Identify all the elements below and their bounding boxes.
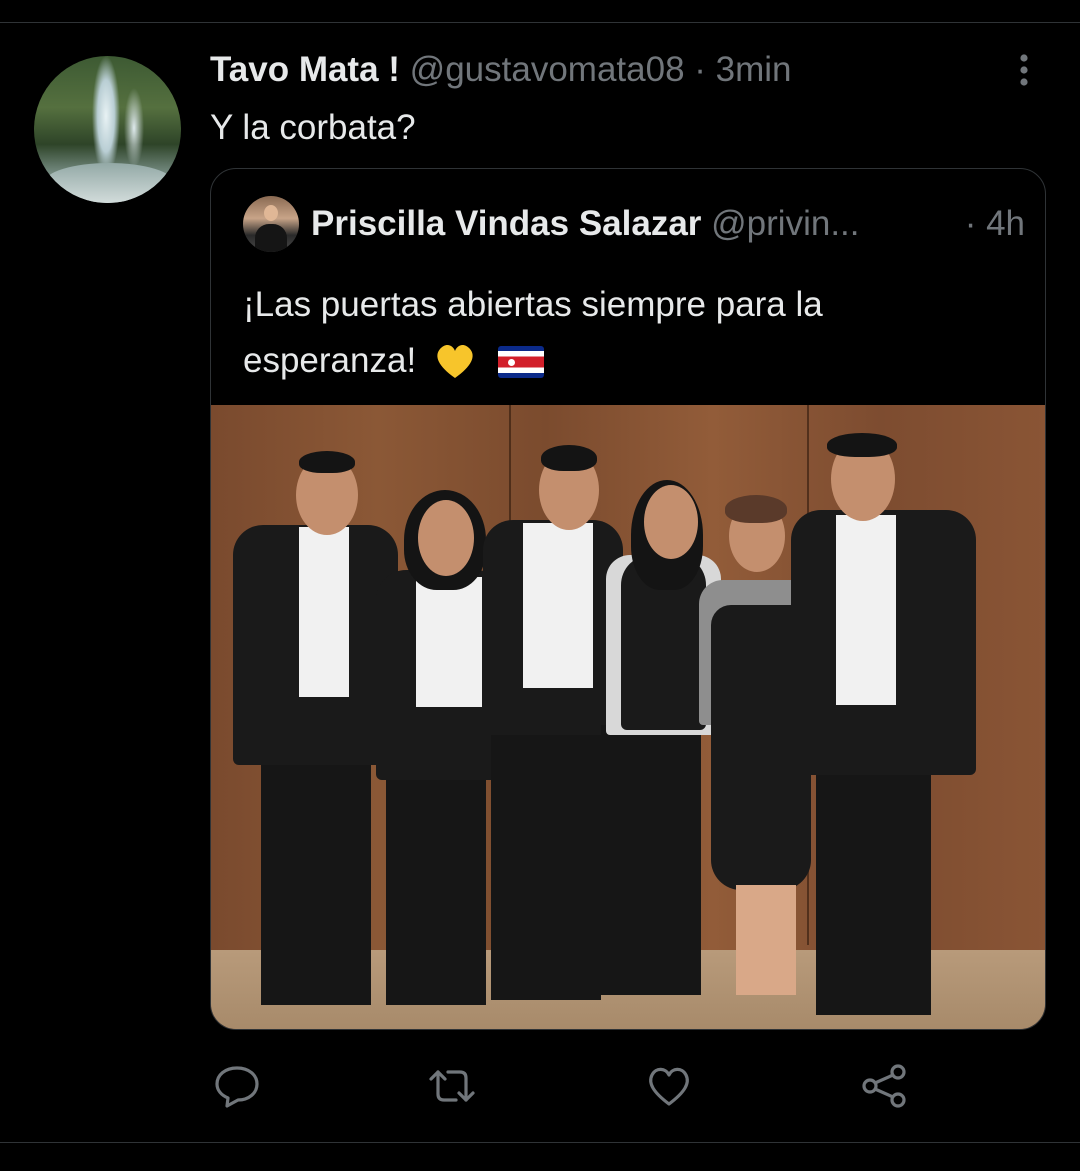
- tweet-text: Y la corbata?: [210, 108, 416, 147]
- quoted-author-handle[interactable]: @privin...: [711, 204, 859, 243]
- author-name[interactable]: Tavo Mata !: [210, 50, 400, 89]
- quoted-author-name[interactable]: Priscilla Vindas Salazar: [311, 204, 701, 243]
- flag-emblem: [507, 359, 515, 366]
- quoted-timestamp[interactable]: · 4h: [965, 203, 1025, 245]
- tweet-header: Tavo Mata ! @gustavomata08 · 3min: [210, 49, 792, 91]
- author-avatar[interactable]: [34, 56, 181, 203]
- top-divider: [0, 22, 1080, 23]
- more-options-icon[interactable]: [1004, 50, 1044, 90]
- tweet-timestamp[interactable]: 3min: [716, 50, 792, 89]
- quoted-tweet-card[interactable]: Priscilla Vindas Salazar @privin... · 4h…: [210, 168, 1046, 1030]
- like-button[interactable]: [645, 1062, 693, 1110]
- share-button[interactable]: [860, 1062, 908, 1110]
- reply-icon: [215, 1066, 259, 1108]
- retweet-icon: [429, 1070, 475, 1102]
- quoted-header: Priscilla Vindas Salazar @privin...: [311, 203, 860, 245]
- costa-rica-flag-icon: [497, 346, 544, 378]
- header-separator: ·: [694, 50, 706, 89]
- avatar-face: [264, 205, 278, 221]
- waterfall-avatar-image: [44, 163, 174, 203]
- yellow-heart-icon: [434, 341, 476, 379]
- share-icon: [862, 1064, 906, 1108]
- retweet-button[interactable]: [428, 1062, 476, 1110]
- group-photo[interactable]: [211, 405, 1045, 1029]
- author-handle[interactable]: @gustavomata08: [410, 50, 685, 89]
- avatar-body: [255, 224, 287, 252]
- quoted-text-line1: ¡Las puertas abiertas siempre para la: [243, 285, 823, 324]
- heart-icon: [649, 1067, 689, 1106]
- quoted-text-line2-wrap: esperanza!: [243, 333, 1003, 389]
- tweet-action-bar: [0, 1062, 1080, 1118]
- quoted-author-avatar[interactable]: [243, 196, 299, 252]
- quoted-text-line2: esperanza!: [243, 341, 417, 380]
- quoted-text: ¡Las puertas abiertas siempre para la es…: [243, 277, 1003, 389]
- bottom-divider: [0, 1142, 1080, 1143]
- reply-button[interactable]: [213, 1062, 261, 1110]
